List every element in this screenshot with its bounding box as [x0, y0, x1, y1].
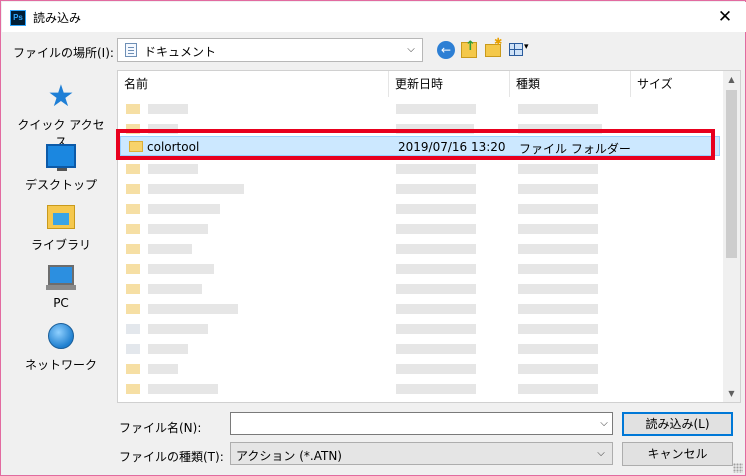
location-dropdown[interactable]: ドキュメント ⌵: [117, 38, 423, 62]
list-item[interactable]: [120, 239, 720, 259]
scroll-up-icon[interactable]: ▲: [723, 71, 740, 88]
red-highlight-annotation: [116, 129, 715, 160]
scrollbar-thumb[interactable]: [726, 90, 737, 258]
filetype-value: アクション (*.ATN): [236, 449, 342, 463]
filetype-label: ファイルの種類(T):: [119, 450, 224, 464]
place-label: ネットワーク: [24, 358, 97, 372]
pc-icon: [46, 265, 76, 290]
place-network[interactable]: ネットワーク: [13, 316, 109, 374]
folder-icon: [126, 284, 140, 294]
place-quick-access[interactable]: ★ クイック アクセス: [13, 76, 109, 150]
filetype-select[interactable]: アクション (*.ATN) ⌵: [230, 442, 613, 465]
open-button[interactable]: 読み込み(L): [622, 412, 733, 436]
folder-icon: [126, 164, 140, 174]
documents-icon: [125, 43, 137, 57]
scroll-down-icon[interactable]: ▼: [723, 385, 740, 402]
chevron-down-icon: ⌵: [407, 44, 415, 55]
list-item[interactable]: [120, 279, 720, 299]
star-icon: ★: [47, 79, 75, 114]
view-menu-button[interactable]: ▾: [509, 42, 533, 58]
column-modified[interactable]: 更新日時: [389, 71, 510, 97]
list-item[interactable]: [120, 259, 720, 279]
place-label: ライブラリ: [30, 238, 91, 252]
resize-grip[interactable]: [733, 463, 743, 473]
vertical-scrollbar[interactable]: ▲ ▼: [723, 71, 740, 402]
folder-icon: [126, 224, 140, 234]
chevron-down-icon[interactable]: ⌵: [597, 414, 611, 433]
list-item[interactable]: [120, 339, 720, 359]
folder-icon: [126, 244, 140, 254]
folder-icon: [126, 304, 140, 314]
chevron-down-icon: ▾: [524, 42, 529, 52]
close-button[interactable]: ✕: [710, 6, 740, 28]
list-item[interactable]: [120, 199, 720, 219]
folder-icon: [126, 184, 140, 194]
photoshop-app-icon: Ps: [10, 10, 26, 26]
desktop-icon: [46, 144, 76, 171]
location-label: ファイルの場所(I):: [13, 46, 114, 60]
view-grid-icon: [509, 43, 523, 56]
place-label: PC: [53, 296, 69, 310]
up-folder-button[interactable]: [461, 39, 477, 58]
network-icon: [48, 323, 74, 349]
library-icon: [47, 205, 75, 229]
list-item[interactable]: [120, 319, 720, 339]
folder-icon: [126, 364, 140, 374]
column-name[interactable]: 名前: [118, 71, 389, 97]
column-type[interactable]: 種類: [510, 71, 631, 97]
filename-input[interactable]: [230, 412, 613, 435]
place-desktop[interactable]: デスクトップ: [13, 136, 109, 194]
filename-label: ファイル名(N):: [119, 421, 202, 435]
list-item[interactable]: [120, 359, 720, 379]
list-item[interactable]: [120, 379, 720, 399]
column-header: ^ 名前 更新日時 種類 サイズ: [118, 71, 723, 97]
open-dialog: Ps 読み込み ✕ ファイルの場所(I): ドキュメント ⌵ ← ▾ ★ クイッ…: [0, 0, 746, 476]
file-icon: [126, 344, 140, 354]
places-bar: ★ クイック アクセス デスクトップ ライブラリ PC ネットワーク: [13, 70, 109, 403]
list-item[interactable]: [120, 299, 720, 319]
folder-icon: [126, 204, 140, 214]
new-folder-button[interactable]: [485, 37, 502, 57]
folder-icon: [126, 384, 140, 394]
folder-icon: [126, 104, 140, 114]
title-bar: Ps 読み込み ✕: [2, 2, 746, 32]
column-size[interactable]: サイズ: [631, 71, 721, 97]
back-button[interactable]: ←: [437, 41, 455, 59]
list-item[interactable]: [120, 99, 720, 119]
folder-icon: [126, 264, 140, 274]
chevron-down-icon: ⌵: [597, 448, 605, 459]
list-item[interactable]: [120, 179, 720, 199]
place-label: デスクトップ: [24, 178, 97, 192]
list-item[interactable]: [120, 159, 720, 179]
file-list[interactable]: ^ 名前 更新日時 種類 サイズ colortool 2019/07/16 13…: [117, 70, 741, 403]
place-pc[interactable]: PC: [13, 256, 109, 314]
place-libraries[interactable]: ライブラリ: [13, 196, 109, 254]
dialog-title: 読み込み: [33, 11, 82, 25]
list-item[interactable]: [120, 219, 720, 239]
cancel-button[interactable]: キャンセル: [622, 442, 733, 466]
location-value: ドキュメント: [144, 45, 217, 59]
file-icon: [126, 324, 140, 334]
